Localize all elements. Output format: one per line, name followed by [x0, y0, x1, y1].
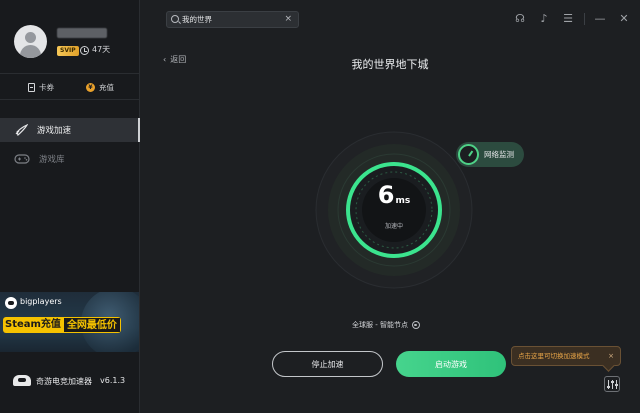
- mode-switch-icon[interactable]: [604, 376, 620, 392]
- avatar[interactable]: [14, 25, 47, 58]
- accel-status: 加速中: [384, 223, 403, 230]
- gear-icon: [411, 321, 420, 329]
- username-masked: [57, 28, 107, 38]
- search-icon[interactable]: [171, 15, 179, 23]
- card-coupon-button[interactable]: 卡券: [28, 80, 54, 94]
- bell-icon[interactable]: ♪: [537, 12, 551, 26]
- card-icon: [28, 82, 35, 92]
- banner-price: 全网最低价: [62, 317, 121, 333]
- nav-item-game-library[interactable]: 游戏库: [0, 147, 139, 171]
- promo-banner[interactable]: bigplayers Steam充值 全网最低价: [0, 292, 139, 352]
- banner-promo: Steam充值 全网最低价: [3, 317, 121, 333]
- coin-icon: ¥: [86, 82, 95, 92]
- search-input[interactable]: [182, 13, 282, 26]
- bigplayers-logo-icon: [5, 297, 17, 309]
- latency-dial: [314, 130, 474, 290]
- start-game-button[interactable]: 启动游戏: [396, 351, 506, 377]
- app-version: v6.1.3: [100, 376, 126, 385]
- minimize-icon[interactable]: —: [593, 12, 607, 26]
- latency-unit: ms: [395, 196, 411, 206]
- sidebar: SVIP 47天 卡券 ¥ 充值 游戏加速 游戏库 bigplayers Ste…: [0, 0, 140, 413]
- svip-badge: SVIP: [57, 46, 79, 56]
- node-label: 全球服 - 智能节点: [352, 321, 408, 329]
- divider: [0, 73, 139, 74]
- back-arrow-icon: ‹: [163, 55, 167, 64]
- network-monitor-button[interactable]: 网络监测: [456, 142, 524, 167]
- headset-icon[interactable]: ☊: [513, 12, 527, 26]
- rocket-icon: [14, 124, 28, 136]
- back-label: 返回: [170, 55, 187, 64]
- search-box: ×: [166, 11, 299, 28]
- network-monitor-label: 网络监测: [484, 150, 514, 159]
- clear-search-icon[interactable]: ×: [284, 13, 292, 26]
- nav-item-game-boost[interactable]: 游戏加速: [0, 118, 140, 142]
- banner-brand: bigplayers: [20, 297, 62, 306]
- app-name: 奇游电竞加速器: [36, 377, 92, 386]
- gamepad-icon: [14, 153, 30, 165]
- topbar-separator: [584, 13, 585, 25]
- gauge-icon: [458, 144, 479, 165]
- tooltip-close-icon[interactable]: ×: [608, 347, 614, 365]
- close-icon[interactable]: ✕: [617, 12, 631, 26]
- recharge-label: 充值: [99, 82, 114, 92]
- banner-steam: Steam充值: [3, 317, 63, 333]
- nav-label: 游戏加速: [37, 126, 72, 136]
- game-title: 我的世界地下城: [351, 58, 429, 71]
- divider: [0, 99, 139, 100]
- back-button[interactable]: ‹ 返回: [163, 54, 186, 65]
- mode-tooltip: 点击这里可切换加速模式 ×: [511, 346, 621, 366]
- latency-readout: 6ms: [314, 181, 474, 209]
- card-label: 卡券: [39, 82, 54, 92]
- recharge-button[interactable]: ¥ 充值: [86, 80, 114, 94]
- node-selector[interactable]: 全球服 - 智能节点: [352, 320, 420, 330]
- latency-value: 6: [377, 181, 395, 209]
- nav-label: 游戏库: [39, 155, 65, 165]
- vip-days: 47天: [92, 45, 111, 54]
- stop-boost-button[interactable]: 停止加速: [272, 351, 383, 377]
- clock-icon: [80, 46, 89, 55]
- tooltip-text: 点击这里可切换加速模式: [518, 352, 590, 360]
- menu-icon[interactable]: ☰: [561, 12, 575, 26]
- app-logo-icon: [13, 375, 31, 386]
